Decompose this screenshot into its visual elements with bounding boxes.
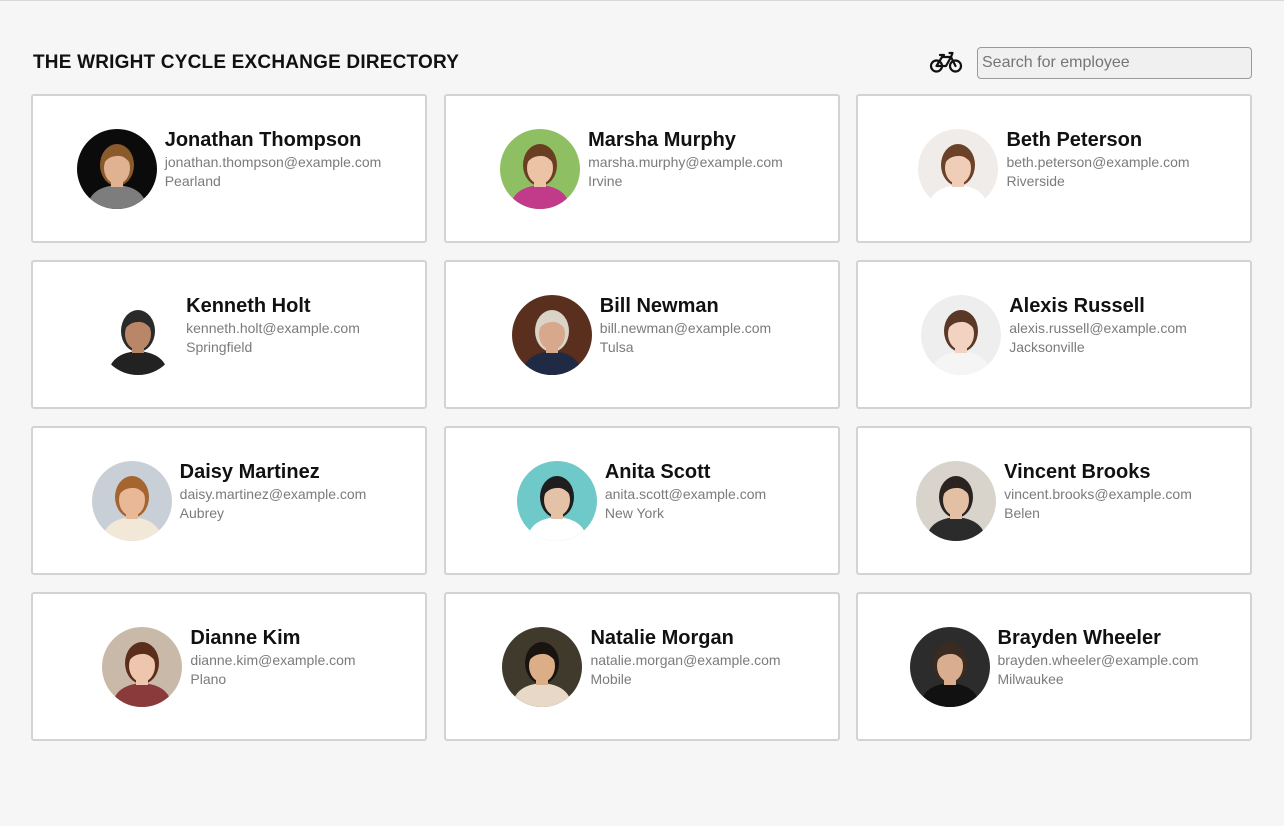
employee-city: Plano: [190, 671, 227, 687]
employee-info: Dianne Kim dianne.kim@example.com Plano: [190, 626, 355, 707]
employee-email: beth.peterson@example.com: [1006, 154, 1190, 170]
employee-card-content: Natalie Morgan natalie.morgan@example.com…: [502, 626, 781, 707]
employee-card[interactable]: Bill Newman bill.newman@example.com Tulsa: [443, 260, 840, 409]
search-input[interactable]: [977, 47, 1252, 79]
employee-email: brayden.wheeler@example.com: [997, 652, 1199, 668]
avatar: [98, 294, 179, 375]
employee-city: Belen: [1004, 505, 1040, 521]
employee-name: Anita Scott: [604, 461, 711, 483]
employee-city: Aubrey: [179, 505, 225, 521]
employee-card[interactable]: Daisy Martinez daisy.martinez@example.com…: [31, 426, 427, 575]
employee-email: alexis.russell@example.com: [1009, 320, 1187, 336]
employee-city: Tulsa: [599, 339, 634, 355]
employee-name: Alexis Russell: [1009, 295, 1145, 317]
employee-email: jonathan.thompson@example.com: [164, 154, 382, 170]
employee-card[interactable]: Beth Peterson beth.peterson@example.com Ri…: [856, 94, 1252, 243]
employee-card-content: Bill Newman bill.newman@example.com Tulsa: [511, 294, 771, 375]
employee-email: marsha.murphy@example.com: [588, 154, 783, 170]
employee-info: Daisy Martinez daisy.martinez@example.com…: [180, 460, 367, 541]
employee-card-content: Beth Peterson beth.peterson@example.com Ri…: [918, 128, 1190, 209]
employee-info: Bill Newman bill.newman@example.com Tulsa: [600, 294, 771, 375]
employee-card-content: Jonathan Thompson jonathan.thompson@examp…: [76, 128, 382, 209]
employee-name: Brayden Wheeler: [997, 627, 1161, 649]
avatar: [91, 460, 172, 541]
employee-name: Beth Peterson: [1006, 129, 1143, 151]
employee-info: Natalie Morgan natalie.morgan@example.com…: [590, 626, 780, 707]
employee-card-content: Daisy Martinez daisy.martinez@example.com…: [91, 460, 367, 541]
avatar: [916, 460, 997, 541]
employee-info: Brayden Wheeler brayden.wheeler@example.c…: [998, 626, 1199, 707]
employee-info: Alexis Russell alexis.russell@example.com…: [1009, 294, 1187, 375]
employee-info: Vincent Brooks vincent.brooks@example.com…: [1004, 460, 1192, 541]
employee-card-content: Alexis Russell alexis.russell@example.com…: [921, 294, 1187, 375]
page-title: THE WRIGHT CYCLE EXCHANGE DIRECTORY: [33, 52, 460, 73]
avatar: [516, 460, 597, 541]
employee-info: Marsha Murphy marsha.murphy@example.com Ir…: [588, 128, 783, 209]
employee-name: Natalie Morgan: [590, 627, 734, 649]
employee-email: natalie.morgan@example.com: [590, 652, 781, 668]
employee-email: daisy.martinez@example.com: [179, 486, 367, 502]
bicycle-icon: [929, 50, 963, 74]
employee-email: vincent.brooks@example.com: [1004, 486, 1192, 502]
employee-info: Beth Peterson beth.peterson@example.com Ri…: [1006, 128, 1189, 209]
employee-card-content: Anita Scott anita.scott@example.com New Yo…: [516, 460, 766, 541]
employee-grid: Jonathan Thompson jonathan.thompson@examp…: [31, 94, 1252, 741]
employee-name: Jonathan Thompson: [164, 129, 362, 151]
employee-card[interactable]: Dianne Kim dianne.kim@example.com Plano: [31, 592, 427, 741]
page-header: THE WRIGHT CYCLE EXCHANGE DIRECTORY: [32, 47, 1252, 79]
employee-name: Marsha Murphy: [588, 129, 736, 151]
employee-name: Bill Newman: [599, 295, 719, 317]
employee-city: Irvine: [588, 173, 623, 189]
employee-email: kenneth.holt@example.com: [186, 320, 360, 336]
employee-city: Mobile: [590, 671, 632, 687]
employee-email: anita.scott@example.com: [604, 486, 767, 502]
employee-card[interactable]: Kenneth Holt kenneth.holt@example.com Spri…: [31, 260, 427, 409]
employee-city: Jacksonville: [1009, 339, 1085, 355]
avatar: [511, 294, 592, 375]
employee-name: Vincent Brooks: [1004, 461, 1151, 483]
employee-city: Milwaukee: [997, 671, 1064, 687]
employee-name: Daisy Martinez: [179, 461, 320, 483]
employee-card[interactable]: Marsha Murphy marsha.murphy@example.com Ir…: [443, 94, 840, 243]
employee-email: dianne.kim@example.com: [190, 652, 356, 668]
employee-card-content: Brayden Wheeler brayden.wheeler@example.c…: [909, 626, 1199, 707]
employee-city: Riverside: [1006, 173, 1065, 189]
avatar: [500, 128, 581, 209]
employee-card-content: Marsha Murphy marsha.murphy@example.com Ir…: [500, 128, 783, 209]
avatar: [502, 626, 583, 707]
avatar: [918, 128, 999, 209]
avatar: [102, 626, 183, 707]
employee-card[interactable]: Vincent Brooks vincent.brooks@example.com…: [856, 426, 1252, 575]
employee-city: Springfield: [186, 339, 253, 355]
employee-info: Anita Scott anita.scott@example.com New Yo…: [605, 460, 766, 541]
employee-card[interactable]: Anita Scott anita.scott@example.com New Yo…: [443, 426, 840, 575]
avatar: [909, 626, 990, 707]
employee-card-content: Vincent Brooks vincent.brooks@example.com…: [916, 460, 1192, 541]
employee-info: Jonathan Thompson jonathan.thompson@examp…: [165, 128, 382, 209]
employee-card-content: Dianne Kim dianne.kim@example.com Plano: [102, 626, 356, 707]
employee-info: Kenneth Holt kenneth.holt@example.com Spri…: [186, 294, 360, 375]
avatar: [921, 294, 1002, 375]
employee-card[interactable]: Brayden Wheeler brayden.wheeler@example.c…: [856, 592, 1252, 741]
employee-card[interactable]: Jonathan Thompson jonathan.thompson@examp…: [31, 94, 427, 243]
employee-email: bill.newman@example.com: [599, 320, 772, 336]
employee-name: Dianne Kim: [190, 627, 301, 649]
employee-name: Kenneth Holt: [186, 295, 311, 317]
employee-card[interactable]: Natalie Morgan natalie.morgan@example.com…: [443, 592, 840, 741]
avatar: [76, 128, 157, 209]
employee-city: New York: [604, 505, 665, 521]
employee-card-content: Kenneth Holt kenneth.holt@example.com Spri…: [98, 294, 360, 375]
employee-card[interactable]: Alexis Russell alexis.russell@example.com…: [856, 260, 1252, 409]
employee-city: Pearland: [164, 173, 221, 189]
